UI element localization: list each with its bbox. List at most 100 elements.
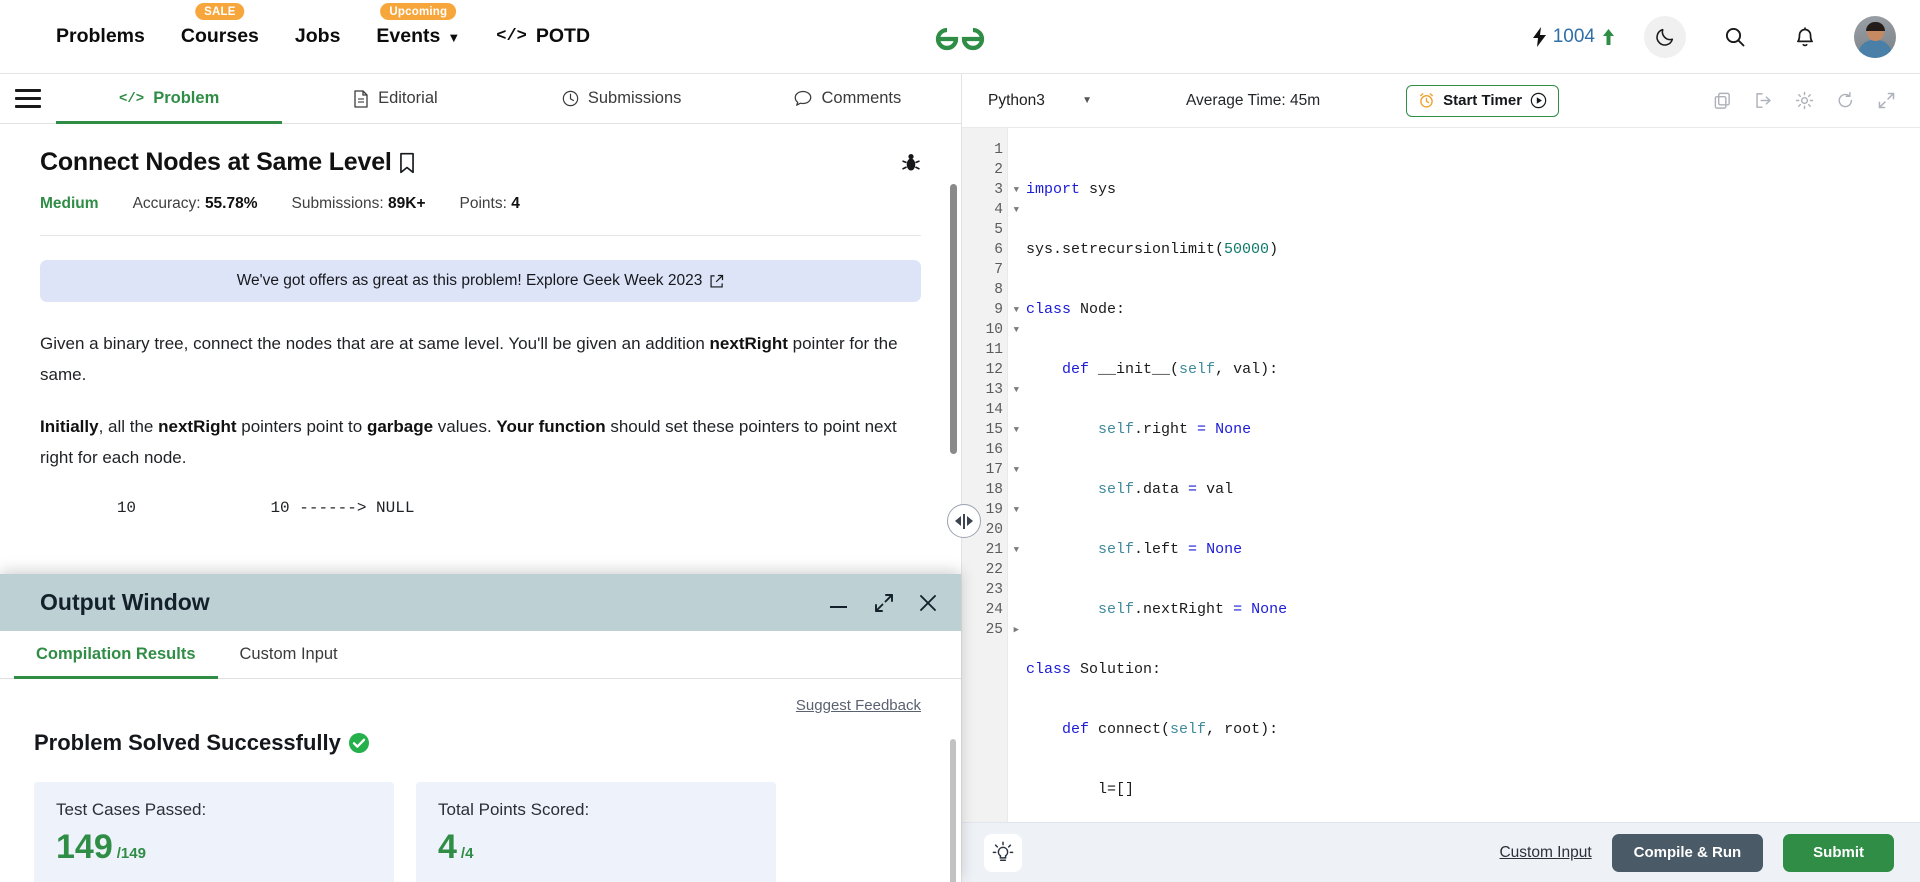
pane-resize-handle[interactable] bbox=[947, 504, 981, 538]
nav-item-problems[interactable]: Problems bbox=[56, 25, 145, 48]
submit-button[interactable]: Submit bbox=[1783, 833, 1894, 872]
problem-tab-bar: </> Problem Editorial Submissions Commen… bbox=[0, 74, 961, 124]
code-line-9: class Solution: bbox=[1026, 661, 1162, 678]
para1-part-a: Given a binary tree, connect the nodes t… bbox=[40, 334, 710, 353]
card-suffix: /4 bbox=[460, 845, 474, 862]
line-number: 12 bbox=[985, 362, 1003, 378]
app-root: Problems SALE Courses Jobs Upcoming Even… bbox=[0, 0, 1920, 882]
custom-input-link[interactable]: Custom Input bbox=[1499, 844, 1591, 862]
tab-custom-input[interactable]: Custom Input bbox=[218, 631, 360, 678]
nav-label: Courses bbox=[180, 25, 259, 47]
play-icon bbox=[1530, 92, 1547, 109]
import-icon[interactable] bbox=[1754, 91, 1773, 110]
problem-scrollbar-thumb[interactable] bbox=[950, 184, 957, 454]
clock-icon bbox=[562, 90, 579, 107]
compile-run-button[interactable]: Compile & Run bbox=[1611, 833, 1764, 872]
feedback-row: Suggest Feedback bbox=[34, 697, 921, 714]
tab-problem[interactable]: </> Problem bbox=[56, 74, 283, 124]
card-value: 149 bbox=[56, 828, 113, 866]
up-arrow-icon bbox=[1603, 28, 1614, 45]
average-time-label: Average Time: 45m bbox=[1186, 91, 1321, 109]
line-number: 1 bbox=[994, 142, 1003, 158]
card-value-row: 149 /149 bbox=[56, 830, 372, 864]
para2-part-e: garbage bbox=[366, 416, 434, 436]
bookmark-icon[interactable] bbox=[398, 152, 416, 174]
tab-comments[interactable]: Comments bbox=[735, 74, 961, 123]
section-divider bbox=[40, 235, 921, 236]
hint-button[interactable] bbox=[984, 833, 1022, 872]
nav-item-courses[interactable]: SALE Courses bbox=[180, 3, 259, 48]
tab-editorial[interactable]: Editorial bbox=[282, 74, 508, 123]
close-button[interactable] bbox=[917, 592, 939, 614]
para2-part-g: Your function bbox=[496, 416, 606, 436]
nav-label: Events bbox=[376, 25, 441, 47]
geeksforgeeks-logo[interactable] bbox=[927, 19, 993, 55]
tab-submissions[interactable]: Submissions bbox=[509, 74, 735, 123]
code-icon: </> bbox=[496, 27, 527, 46]
tab-label: Comments bbox=[821, 89, 902, 107]
tab-label: Problem bbox=[153, 89, 220, 107]
line-number: 13 ▼ bbox=[985, 382, 1019, 398]
tab-compilation-results[interactable]: Compilation Results bbox=[14, 631, 218, 679]
page-title: Connect Nodes at Same Level bbox=[40, 148, 416, 177]
accuracy-stat: Accuracy: 55.78% bbox=[133, 195, 258, 213]
nav-item-jobs[interactable]: Jobs bbox=[295, 25, 341, 48]
close-icon bbox=[920, 594, 936, 611]
maximize-button[interactable] bbox=[873, 592, 895, 614]
line-number: 9 ▼ bbox=[994, 302, 1019, 318]
promo-banner[interactable]: We've got offers as great as this proble… bbox=[40, 260, 921, 302]
minimize-button[interactable] bbox=[827, 594, 851, 612]
suggest-feedback-link[interactable]: Suggest Feedback bbox=[796, 697, 921, 714]
sidebar-menu-button[interactable] bbox=[0, 74, 56, 123]
points-stat: Points: 4 bbox=[460, 195, 520, 213]
nav-item-events[interactable]: Upcoming Events ▼ bbox=[376, 3, 460, 48]
upcoming-badge: Upcoming bbox=[380, 3, 457, 20]
problem-pane: </> Problem Editorial Submissions Commen… bbox=[0, 74, 962, 882]
card-label: Test Cases Passed: bbox=[56, 800, 207, 819]
code-editor[interactable]: 1 2 3 ▼ 4 ▼ 5 6 7 8 9 ▼ 10 ▼ 11 12 13 ▼ 14 15… bbox=[962, 128, 1920, 822]
para1-part-b: nextRight bbox=[709, 334, 788, 353]
code-line-3: class Node: bbox=[1026, 301, 1126, 318]
status-row: Problem Solved Successfully bbox=[34, 730, 921, 756]
problem-description: Given a binary tree, connect the nodes t… bbox=[40, 328, 921, 523]
status-badge: Problem Solved Successfully bbox=[34, 730, 341, 755]
line-number: 23 bbox=[985, 582, 1003, 598]
line-number: 17 ▼ bbox=[985, 462, 1019, 478]
copy-icon[interactable] bbox=[1713, 91, 1732, 110]
user-avatar[interactable] bbox=[1854, 15, 1896, 58]
reset-icon[interactable] bbox=[1836, 91, 1855, 110]
output-window-tabs: Compilation Results Custom Input bbox=[0, 631, 961, 679]
streak-counter[interactable]: 1004 bbox=[1532, 26, 1616, 48]
gfg-logo-icon bbox=[935, 27, 985, 50]
editor-line-numbers: 1 2 3 ▼ 4 ▼ 5 6 7 8 9 ▼ 10 ▼ 11 12 13 ▼ 14 15… bbox=[962, 128, 1019, 822]
search-button[interactable] bbox=[1714, 16, 1756, 58]
code-line-8: self.nextRight = None bbox=[1098, 601, 1288, 618]
success-check-icon bbox=[348, 733, 369, 753]
para2-part-b: , all the bbox=[98, 416, 159, 436]
nav-item-potd[interactable]: </> POTD bbox=[496, 25, 590, 48]
nav-label: POTD bbox=[535, 25, 591, 47]
avatar-hair bbox=[1865, 21, 1885, 31]
output-window-title: Output Window bbox=[40, 589, 210, 615]
language-value: Python3 bbox=[988, 91, 1045, 109]
start-timer-button[interactable]: Start Timer bbox=[1406, 84, 1560, 117]
output-scrollbar-thumb[interactable] bbox=[950, 739, 956, 882]
settings-gear-icon[interactable] bbox=[1795, 91, 1814, 110]
alarm-clock-icon bbox=[1420, 93, 1434, 108]
accuracy-label: Accuracy: bbox=[132, 195, 201, 212]
fullscreen-icon[interactable] bbox=[1877, 91, 1896, 110]
document-icon bbox=[354, 89, 368, 108]
editor-code-text[interactable]: import sys sys.setrecursionlimit(50000) … bbox=[1008, 128, 1920, 822]
notifications-button[interactable] bbox=[1784, 16, 1826, 58]
problem-paragraph-1: Given a binary tree, connect the nodes t… bbox=[40, 328, 921, 391]
language-select[interactable]: Python3 ▼ bbox=[978, 85, 1098, 117]
code-icon: </> bbox=[119, 90, 145, 107]
menu-icon-bar bbox=[15, 96, 41, 101]
submissions-stat: Submissions: 89K+ bbox=[292, 195, 426, 213]
expand-icon bbox=[875, 593, 893, 612]
card-label: Total Points Scored: bbox=[438, 800, 590, 819]
report-bug-button[interactable] bbox=[901, 148, 921, 179]
search-icon bbox=[1725, 27, 1745, 46]
line-number: 2 bbox=[994, 162, 1003, 178]
dark-mode-toggle[interactable] bbox=[1644, 15, 1686, 58]
